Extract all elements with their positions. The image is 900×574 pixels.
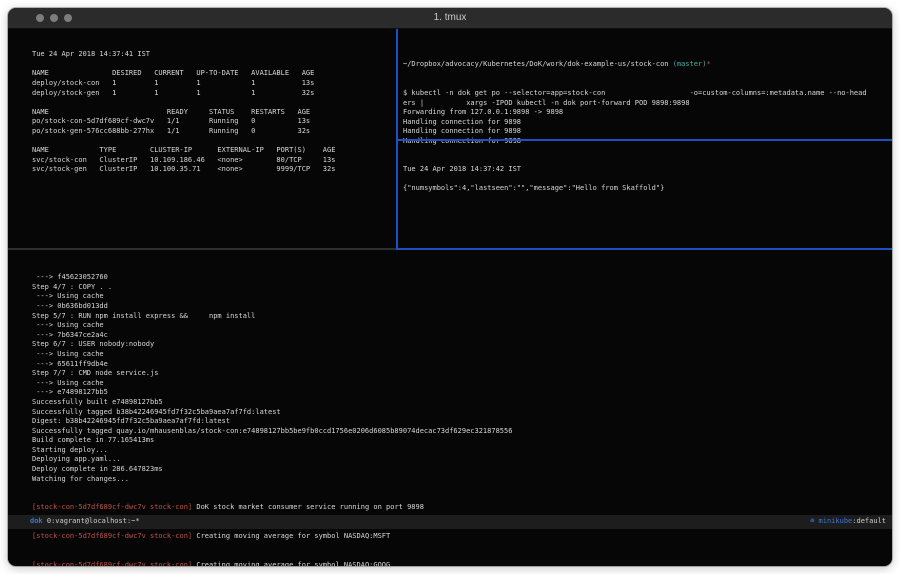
pod-log-text: Creating moving average for symbol NASDA… — [192, 532, 390, 540]
git-branch: (master) — [673, 60, 707, 68]
pane-divider-right[interactable] — [396, 139, 892, 141]
pod-log-line: [stock-con-5d7df689cf-dwc7v stock-con] C… — [32, 561, 512, 566]
kube-namespace: :default — [852, 517, 886, 525]
title-bar[interactable]: 1. tmux — [8, 8, 892, 29]
kubectl-status-output: Tue 24 Apr 2018 14:37:41 IST NAME DESIRE… — [32, 50, 335, 175]
pod-log-line: [stock-con-5d7df689cf-dwc7v stock-con] C… — [32, 532, 512, 542]
pod-log-prefix: [stock-con-5d7df689cf-dwc7v stock-con] — [32, 561, 192, 566]
tmux-session-name[interactable]: dok — [30, 517, 43, 527]
tmux-content: Tue 24 Apr 2018 14:37:41 IST NAME DESIRE… — [8, 29, 892, 566]
kube-context-name: minikube — [814, 517, 852, 525]
tmux-status-bar: dok 0:vagrant@localhost:~* ☸ minikube:de… — [8, 515, 892, 529]
git-dirty-star: * — [706, 60, 710, 68]
pane-curl-response[interactable]: Tue 24 Apr 2018 14:37:42 IST {"numsymbol… — [403, 146, 664, 213]
window-title: 1. tmux — [8, 12, 892, 23]
pod-log-line: [stock-con-5d7df689cf-dwc7v stock-con] D… — [32, 503, 512, 513]
cwd-path: ~/Dropbox/advocacy/Kubernetes/DoK/work/d… — [403, 60, 673, 68]
terminal-window: 1. tmux Tue 24 Apr 2018 14:37:41 IST NAM… — [8, 8, 892, 566]
port-forward-output: $ kubectl -n dok get po --selector=app=s… — [403, 89, 867, 147]
tmux-window-tab[interactable]: 0:vagrant@localhost:~* — [43, 517, 140, 527]
docker-build-output: ---> f45623052760Step 4/7 : COPY . . ---… — [32, 273, 512, 484]
shell-prompt-path: ~/Dropbox/advocacy/Kubernetes/DoK/work/d… — [403, 60, 867, 70]
curl-response-output: Tue 24 Apr 2018 14:37:42 IST {"numsymbol… — [403, 165, 664, 194]
pane-kubectl-status[interactable]: Tue 24 Apr 2018 14:37:41 IST NAME DESIRE… — [32, 31, 335, 194]
pane-divider-bottom-right[interactable] — [396, 248, 892, 250]
pod-log-text: Creating moving average for symbol NASDA… — [192, 561, 390, 566]
status-right: ☸ minikube:default — [810, 517, 886, 527]
pod-log-text: DoK stock market consumer service runnin… — [192, 503, 424, 511]
pane-divider-bottom-left[interactable] — [8, 248, 396, 250]
pod-log-prefix: [stock-con-5d7df689cf-dwc7v stock-con] — [32, 532, 192, 540]
pod-log-prefix: [stock-con-5d7df689cf-dwc7v stock-con] — [32, 503, 192, 511]
